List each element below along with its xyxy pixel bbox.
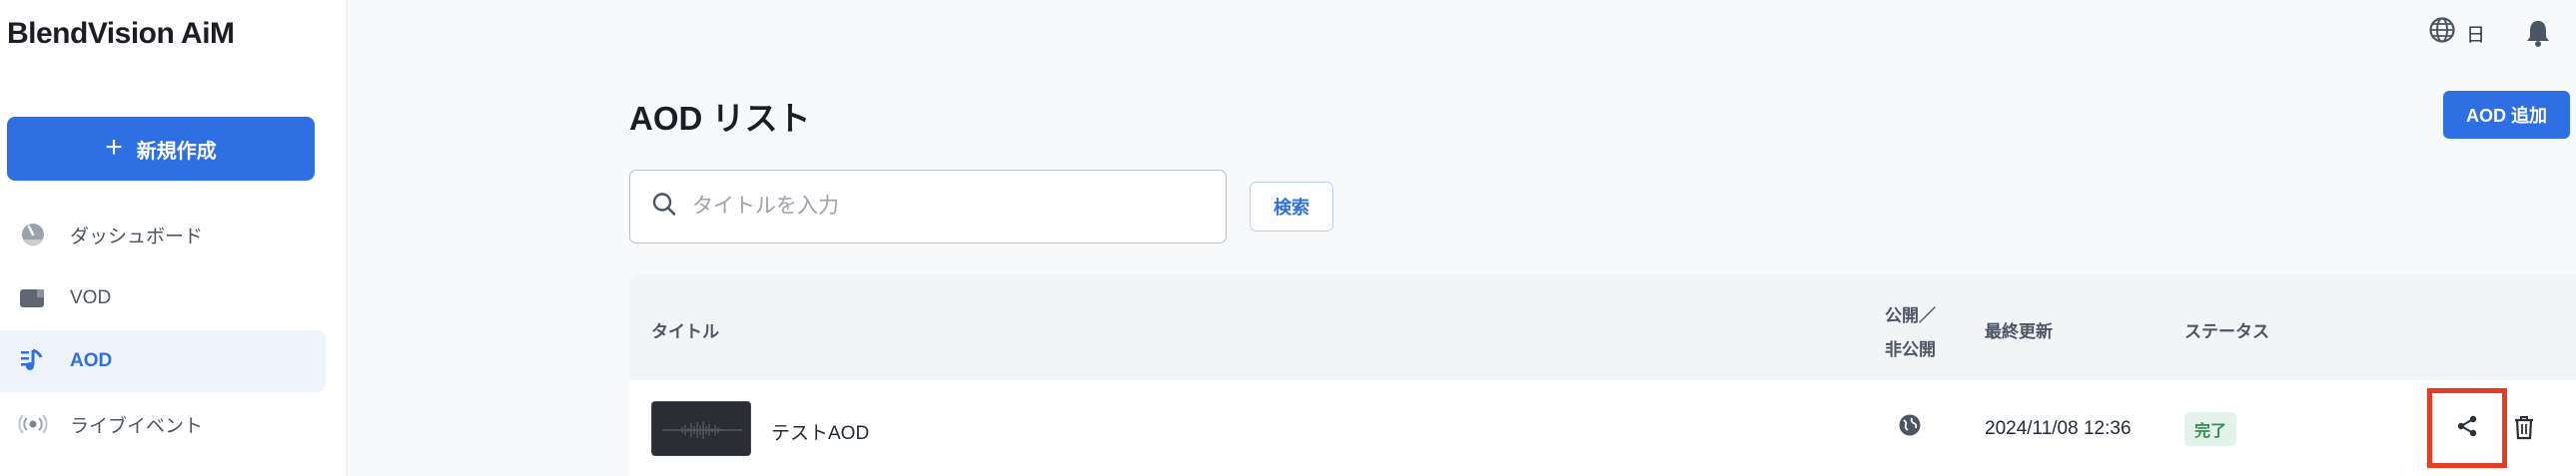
column-header-title[interactable]: タイトル bbox=[651, 317, 719, 342]
sidebar-item-label: ライブイベント bbox=[70, 415, 204, 437]
aod-table: タイトル 公開／ 非公開 最終更新 ステータス テストAOD 2024/11/0… bbox=[629, 274, 2576, 476]
live-broadcast-icon bbox=[18, 409, 48, 439]
public-globe-icon bbox=[1898, 413, 1922, 443]
search-button[interactable]: 検索 bbox=[1250, 182, 1333, 232]
sidebar-item-dashboard[interactable]: ダッシュボード bbox=[0, 204, 326, 265]
column-header-updated[interactable]: 最終更新 bbox=[1985, 317, 2053, 342]
sidebar-item-vod[interactable]: VOD bbox=[0, 267, 326, 329]
column-header-visibility-line2: 非公開 bbox=[1885, 340, 1936, 359]
row-updated: 2024/11/08 12:36 bbox=[1985, 418, 2132, 439]
sidebar: BlendVision AiM + 新規作成 ダッシュボード VOD AOD ラ… bbox=[0, 0, 348, 476]
row-title[interactable]: テストAOD bbox=[771, 418, 869, 445]
delete-button[interactable] bbox=[2511, 413, 2537, 446]
sidebar-item-label: VOD bbox=[70, 287, 112, 308]
audio-thumbnail[interactable] bbox=[651, 401, 751, 456]
trash-icon bbox=[2511, 416, 2537, 445]
sidebar-item-label: ダッシュボード bbox=[70, 226, 204, 247]
new-create-button[interactable]: + 新規作成 bbox=[7, 117, 315, 181]
app-logo[interactable]: BlendVision AiM bbox=[7, 17, 235, 51]
globe-icon bbox=[2428, 16, 2456, 50]
page-title: AOD リスト bbox=[629, 100, 811, 137]
share-icon bbox=[2454, 413, 2480, 444]
sidebar-item-aod[interactable]: AOD bbox=[0, 330, 326, 392]
column-header-visibility-line1: 公開／ bbox=[1885, 306, 1936, 325]
plus-icon: + bbox=[105, 130, 123, 164]
column-header-status[interactable]: ステータス bbox=[2184, 317, 2269, 342]
share-button[interactable] bbox=[2427, 388, 2507, 468]
table-row[interactable]: テストAOD 2024/11/08 12:36 完了 bbox=[629, 380, 2576, 476]
sidebar-item-live-event[interactable]: ライブイベント bbox=[0, 393, 326, 455]
language-label: 日 bbox=[2466, 24, 2486, 46]
music-note-icon bbox=[18, 346, 48, 376]
add-aod-button[interactable]: AOD 追加 bbox=[2443, 91, 2570, 139]
search-field[interactable] bbox=[629, 170, 1227, 243]
dashboard-gauge-icon bbox=[18, 220, 48, 249]
search-input[interactable] bbox=[692, 171, 1212, 242]
status-badge: 完了 bbox=[2184, 412, 2237, 446]
search-icon bbox=[651, 192, 677, 223]
sidebar-item-label: AOD bbox=[70, 350, 113, 371]
language-switcher[interactable]: 日 bbox=[2428, 16, 2485, 50]
table-header: タイトル 公開／ 非公開 最終更新 ステータス bbox=[629, 274, 2576, 380]
new-create-label: 新規作成 bbox=[136, 140, 217, 163]
video-icon bbox=[18, 283, 48, 313]
bell-icon[interactable] bbox=[2524, 18, 2552, 53]
